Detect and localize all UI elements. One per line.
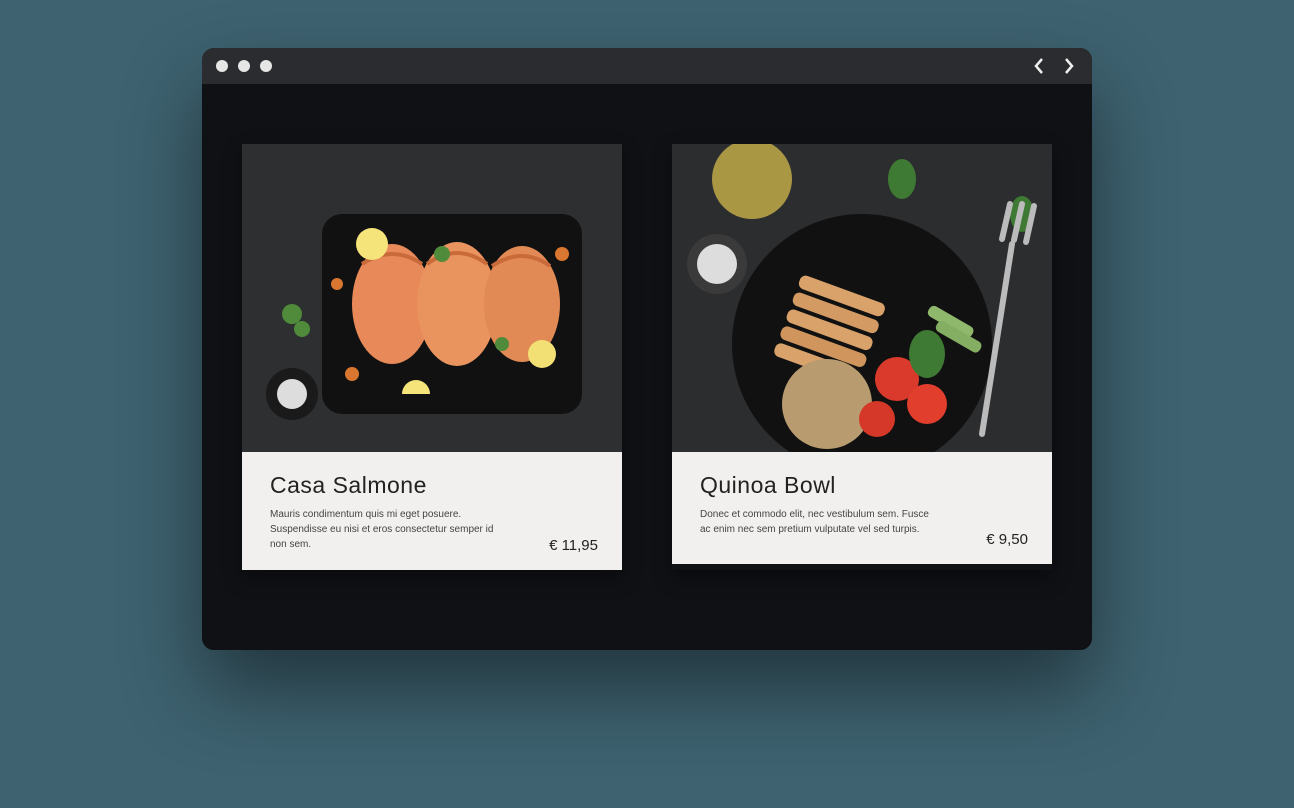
browser-window: Casa Salmone Mauris condimentum quis mi …: [202, 48, 1092, 650]
dish-image: [242, 144, 622, 452]
menu-card[interactable]: Quinoa Bowl Donec et commodo elit, nec v…: [672, 144, 1052, 570]
dish-description: Donec et commodo elit, nec vestibulum se…: [700, 507, 930, 537]
window-minimize-icon[interactable]: [238, 60, 250, 72]
card-panel: Quinoa Bowl Donec et commodo elit, nec v…: [672, 452, 1052, 564]
window-close-icon[interactable]: [216, 60, 228, 72]
menu-card[interactable]: Casa Salmone Mauris condimentum quis mi …: [242, 144, 622, 570]
back-button[interactable]: [1030, 57, 1048, 75]
card-panel: Casa Salmone Mauris condimentum quis mi …: [242, 452, 622, 570]
card-row: Casa Salmone Mauris condimentum quis mi …: [202, 84, 1092, 650]
chevron-left-icon: [1033, 57, 1045, 75]
window-maximize-icon[interactable]: [260, 60, 272, 72]
window-controls: [216, 60, 272, 72]
dish-price: € 11,95: [549, 537, 598, 554]
window-titlebar: [202, 48, 1092, 84]
dish-title: Casa Salmone: [270, 472, 594, 499]
dish-description: Mauris condimentum quis mi eget posuere.…: [270, 507, 500, 552]
dish-price: € 9,50: [986, 531, 1028, 548]
nav-buttons: [1030, 57, 1078, 75]
chevron-right-icon: [1063, 57, 1075, 75]
dish-image: [672, 144, 1052, 452]
dish-title: Quinoa Bowl: [700, 472, 1024, 499]
forward-button[interactable]: [1060, 57, 1078, 75]
